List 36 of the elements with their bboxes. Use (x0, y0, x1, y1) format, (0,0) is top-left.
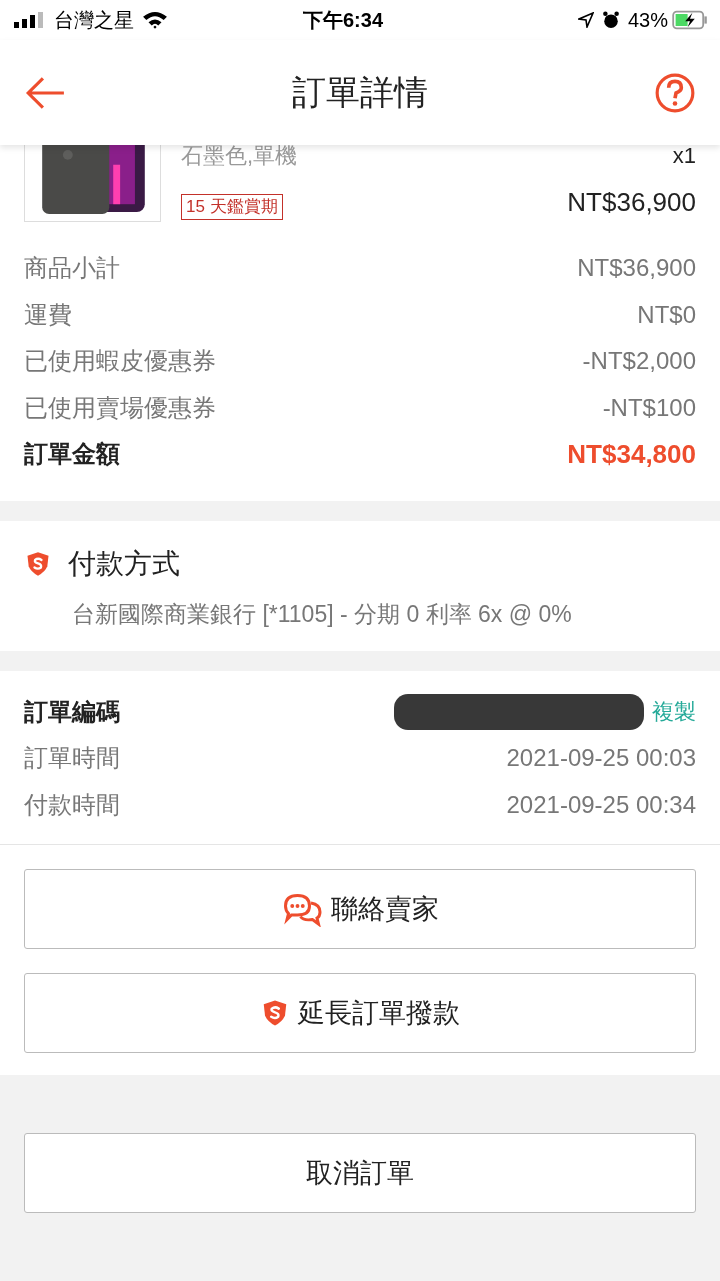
summary-label: 運費 (24, 299, 72, 330)
help-icon[interactable] (654, 71, 696, 114)
summary-value: NT$34,800 (567, 437, 696, 471)
summary-label: 已使用賣場優惠券 (24, 392, 216, 423)
payment-title: 付款方式 (68, 546, 180, 581)
chat-icon (281, 891, 323, 927)
summary-value: NT$0 (637, 299, 696, 330)
order-info-value: 2021-09-25 00:03 (506, 743, 696, 774)
location-icon (577, 12, 594, 28)
action-button[interactable]: 延長訂單撥款 (24, 973, 696, 1053)
signal-icon (12, 12, 46, 28)
wifi-icon (142, 10, 168, 30)
summary-value: -NT$2,000 (582, 346, 696, 377)
cancel-order-button[interactable]: 取消訂單 (24, 1133, 696, 1213)
appraisal-badge: 15 天鑑賞期 (181, 194, 283, 220)
back-arrow-icon[interactable] (24, 75, 66, 110)
product-variant: 石墨色,單機 (181, 145, 299, 167)
carrier-name: 台灣之星 (54, 8, 134, 33)
alarm-icon (601, 11, 620, 29)
product-quantity: x1 (672, 145, 696, 167)
summary-label: 訂單金額 (24, 439, 120, 470)
summary-value: NT$36,900 (577, 253, 696, 284)
product-price: NT$36,900 (567, 186, 696, 219)
clock-time: 下午6:34 (301, 8, 384, 33)
order-info-label: 訂單時間 (24, 743, 120, 774)
order-info-value: 2021-09-25 00:34 (506, 789, 696, 820)
order-info-label: 訂單編碼 (24, 696, 120, 727)
battery-icon (672, 10, 708, 30)
payment-detail: 台新國際商業銀行 [*1105] - 分期 0 利率 6x @ 0% (71, 599, 573, 629)
action-button[interactable]: 聯絡賣家 (24, 869, 696, 949)
summary-label: 商品小計 (24, 253, 120, 284)
page-title: 訂單詳情 (292, 72, 428, 113)
summary-label: 已使用蝦皮優惠券 (24, 346, 216, 377)
summary-value: -NT$100 (602, 392, 696, 423)
order-info-label: 付款時間 (24, 789, 120, 820)
battery-percent: 43% (627, 8, 668, 33)
